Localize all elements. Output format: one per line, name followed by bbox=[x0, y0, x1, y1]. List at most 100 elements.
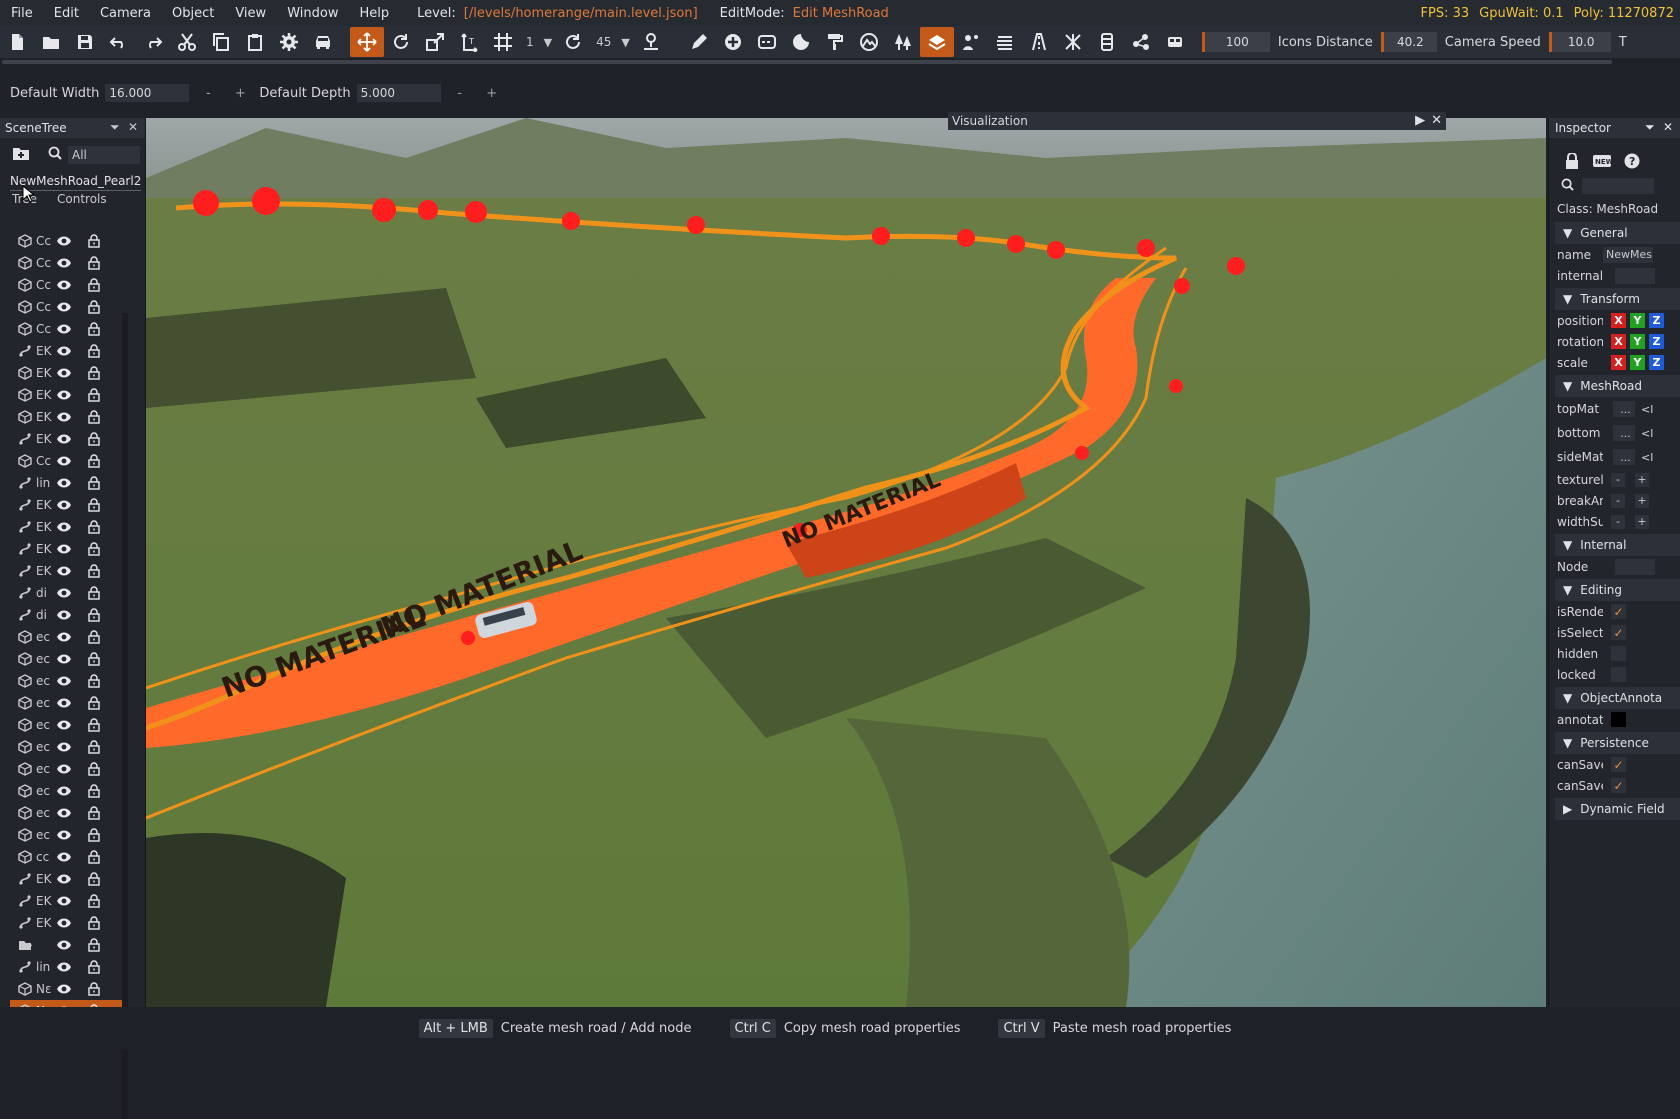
visibility-eye-icon[interactable] bbox=[56, 455, 72, 467]
help-icon[interactable]: ? bbox=[1623, 152, 1641, 170]
scenetree-row[interactable]: › bbox=[10, 934, 122, 956]
breakangle-minus-button[interactable]: - bbox=[1611, 493, 1625, 508]
scenetree-row[interactable]: EK bbox=[10, 868, 122, 890]
visibility-eye-icon[interactable] bbox=[56, 345, 72, 357]
visibility-eye-icon[interactable] bbox=[56, 433, 72, 445]
position-z-button[interactable]: Z bbox=[1649, 313, 1664, 328]
lock-icon[interactable] bbox=[88, 630, 100, 644]
traffic-icon[interactable] bbox=[1158, 27, 1192, 57]
default-width-plus-button[interactable]: + bbox=[227, 86, 253, 101]
default-width-minus-button[interactable]: - bbox=[195, 86, 221, 101]
lock-icon[interactable] bbox=[88, 432, 100, 446]
visibility-eye-icon[interactable] bbox=[56, 543, 72, 555]
road-node[interactable] bbox=[193, 190, 219, 216]
bottommaterial-browse-button[interactable]: ... bbox=[1613, 425, 1635, 441]
section-internal[interactable]: ▼ Internal bbox=[1555, 534, 1680, 556]
scenetree-row[interactable]: Cc bbox=[10, 230, 122, 252]
section-objectannotation[interactable]: ▼ ObjectAnnota bbox=[1555, 687, 1680, 709]
lock-icon[interactable] bbox=[88, 696, 100, 710]
texturelength-plus-button[interactable]: + bbox=[1635, 472, 1649, 487]
visibility-eye-icon[interactable] bbox=[56, 609, 72, 621]
road-node[interactable] bbox=[372, 198, 396, 222]
scenetree-row[interactable]: EK bbox=[10, 516, 122, 538]
breakangle-plus-button[interactable]: + bbox=[1635, 493, 1649, 508]
rotate-gizmo-icon[interactable] bbox=[384, 27, 418, 57]
new-icon[interactable]: NEW bbox=[1593, 152, 1611, 170]
default-width-input[interactable]: 16.000 bbox=[105, 84, 190, 102]
scenetree-row[interactable]: EK bbox=[10, 494, 122, 516]
redo-icon[interactable] bbox=[136, 27, 170, 57]
cansavedynamicfields-checkbox[interactable]: ✓ bbox=[1611, 778, 1626, 793]
hidden-checkbox[interactable] bbox=[1611, 646, 1626, 661]
lock-icon[interactable] bbox=[88, 784, 100, 798]
section-general[interactable]: ▼ General bbox=[1555, 222, 1680, 244]
isselectionenabled-checkbox[interactable]: ✓ bbox=[1611, 625, 1626, 640]
tab-controls[interactable]: Controls bbox=[57, 192, 107, 206]
menu-window[interactable]: Window bbox=[276, 6, 348, 21]
scenetree-row[interactable]: Cc bbox=[10, 296, 122, 318]
vehicle-icon[interactable] bbox=[306, 27, 340, 57]
lock-icon[interactable] bbox=[88, 806, 100, 820]
visibility-eye-icon[interactable] bbox=[56, 653, 72, 665]
paste-icon[interactable] bbox=[238, 27, 272, 57]
lock-icon[interactable] bbox=[88, 542, 100, 556]
lock-icon[interactable] bbox=[88, 608, 100, 622]
cut-icon[interactable] bbox=[170, 27, 204, 57]
lock-icon[interactable] bbox=[88, 982, 100, 996]
section-editing[interactable]: ▼ Editing bbox=[1555, 579, 1680, 601]
visibility-eye-icon[interactable] bbox=[56, 367, 72, 379]
menu-camera[interactable]: Camera bbox=[89, 6, 161, 21]
translate-gizmo-icon[interactable] bbox=[350, 27, 384, 57]
internal-name-field[interactable] bbox=[1615, 267, 1655, 284]
rotate-snap-dropdown-icon[interactable]: ▼ bbox=[617, 36, 633, 49]
scenetree-row[interactable]: ec bbox=[10, 802, 122, 824]
lock-icon[interactable] bbox=[88, 498, 100, 512]
scenetree-row[interactable]: ec bbox=[10, 736, 122, 758]
scenetree-row[interactable]: EK bbox=[10, 384, 122, 406]
scenetree-row[interactable]: EK bbox=[10, 538, 122, 560]
isrenderenabled-checkbox[interactable]: ✓ bbox=[1611, 604, 1626, 619]
visibility-eye-icon[interactable] bbox=[56, 631, 72, 643]
lock-icon[interactable] bbox=[88, 234, 100, 248]
undo-icon[interactable] bbox=[102, 27, 136, 57]
mesh-road-editor-icon[interactable] bbox=[919, 27, 954, 57]
grid-snap-dropdown-icon[interactable]: ▼ bbox=[540, 36, 556, 49]
visibility-eye-icon[interactable] bbox=[56, 587, 72, 599]
lock-icon[interactable] bbox=[88, 366, 100, 380]
visibility-eye-icon[interactable] bbox=[56, 235, 72, 247]
nodes-graph-icon[interactable] bbox=[1124, 27, 1158, 57]
scenetree-row[interactable]: Nε bbox=[10, 978, 122, 1000]
scenetree-row[interactable]: ec bbox=[10, 824, 122, 846]
cansave-checkbox[interactable]: ✓ bbox=[1611, 757, 1626, 772]
widthsubdivisions-minus-button[interactable]: - bbox=[1611, 514, 1625, 529]
scenetree-row[interactable]: ec bbox=[10, 648, 122, 670]
menu-help[interactable]: Help bbox=[348, 6, 399, 21]
texturelength-minus-button[interactable]: - bbox=[1611, 472, 1625, 487]
position-y-button[interactable]: Y bbox=[1630, 313, 1645, 328]
visibility-eye-icon[interactable] bbox=[56, 257, 72, 269]
material-stripes-icon[interactable] bbox=[988, 27, 1022, 57]
scenetree-row[interactable]: Cc bbox=[10, 318, 122, 340]
panel-close-icon[interactable]: ✕ bbox=[128, 120, 142, 134]
lock-icon[interactable] bbox=[88, 344, 100, 358]
road-node[interactable] bbox=[1007, 235, 1025, 253]
visibility-eye-icon[interactable] bbox=[56, 961, 72, 973]
road-node[interactable] bbox=[1075, 446, 1089, 460]
road-node[interactable] bbox=[1227, 257, 1245, 275]
lock-icon[interactable] bbox=[88, 960, 100, 974]
visibility-eye-icon[interactable] bbox=[56, 675, 72, 687]
lock-icon[interactable] bbox=[88, 256, 100, 270]
scenetree-row[interactable]: di bbox=[10, 604, 122, 626]
new-file-icon[interactable] bbox=[0, 27, 34, 57]
road-node[interactable] bbox=[1169, 379, 1183, 393]
lock-icon[interactable] bbox=[88, 894, 100, 908]
save-icon[interactable] bbox=[68, 27, 102, 57]
visualization-close-icon[interactable]: ✕ bbox=[1431, 113, 1442, 128]
panel-menu-icon[interactable]: ⏷ bbox=[1645, 120, 1655, 135]
road-node[interactable] bbox=[1047, 241, 1065, 259]
lock-icon[interactable] bbox=[88, 476, 100, 490]
topmaterial-browse-button[interactable]: ... bbox=[1613, 401, 1635, 417]
road-node[interactable] bbox=[461, 631, 475, 645]
scale-y-button[interactable]: Y bbox=[1630, 355, 1645, 370]
lock-icon[interactable] bbox=[1563, 152, 1581, 170]
